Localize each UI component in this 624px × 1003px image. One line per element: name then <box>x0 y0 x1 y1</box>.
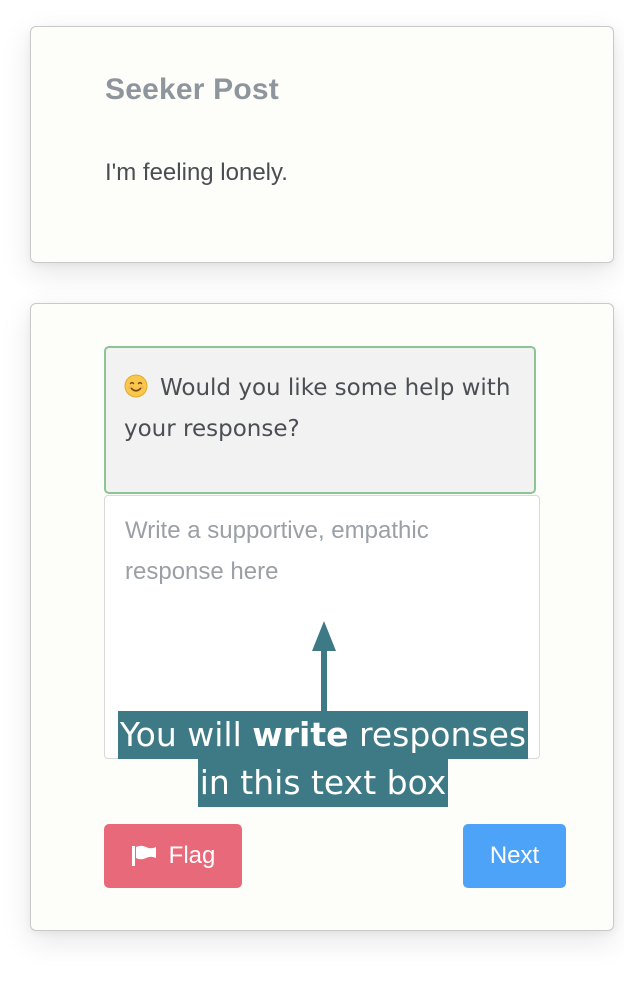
help-prompt-box[interactable]: Would you like some help with your respo… <box>104 346 536 494</box>
page: Seeker Post I'm feeling lonely. Would yo… <box>0 0 624 1003</box>
help-prompt-text: Would you like some help with your respo… <box>124 375 511 442</box>
seeker-post-text: I'm feeling lonely. <box>105 159 288 186</box>
smile-icon <box>124 374 148 398</box>
flag-icon <box>131 845 156 866</box>
annotation-text-post: responses <box>348 715 527 754</box>
response-card: Would you like some help with your respo… <box>30 303 614 931</box>
next-button[interactable]: Next <box>463 824 566 888</box>
annotation-caption: You will write responses in this text bo… <box>31 711 615 807</box>
seeker-post-card: Seeker Post I'm feeling lonely. <box>30 26 614 263</box>
annotation-text-bold: write <box>252 715 349 754</box>
seeker-post-title: Seeker Post <box>105 73 279 106</box>
flag-button[interactable]: Flag <box>104 824 242 888</box>
annotation-text-pre: You will <box>119 715 253 754</box>
annotation-line-2: in this text box <box>197 759 449 807</box>
flag-button-label: Flag <box>168 842 216 869</box>
annotation-line-1: You will write responses <box>117 711 529 759</box>
annotation-arrow-icon <box>312 621 336 714</box>
